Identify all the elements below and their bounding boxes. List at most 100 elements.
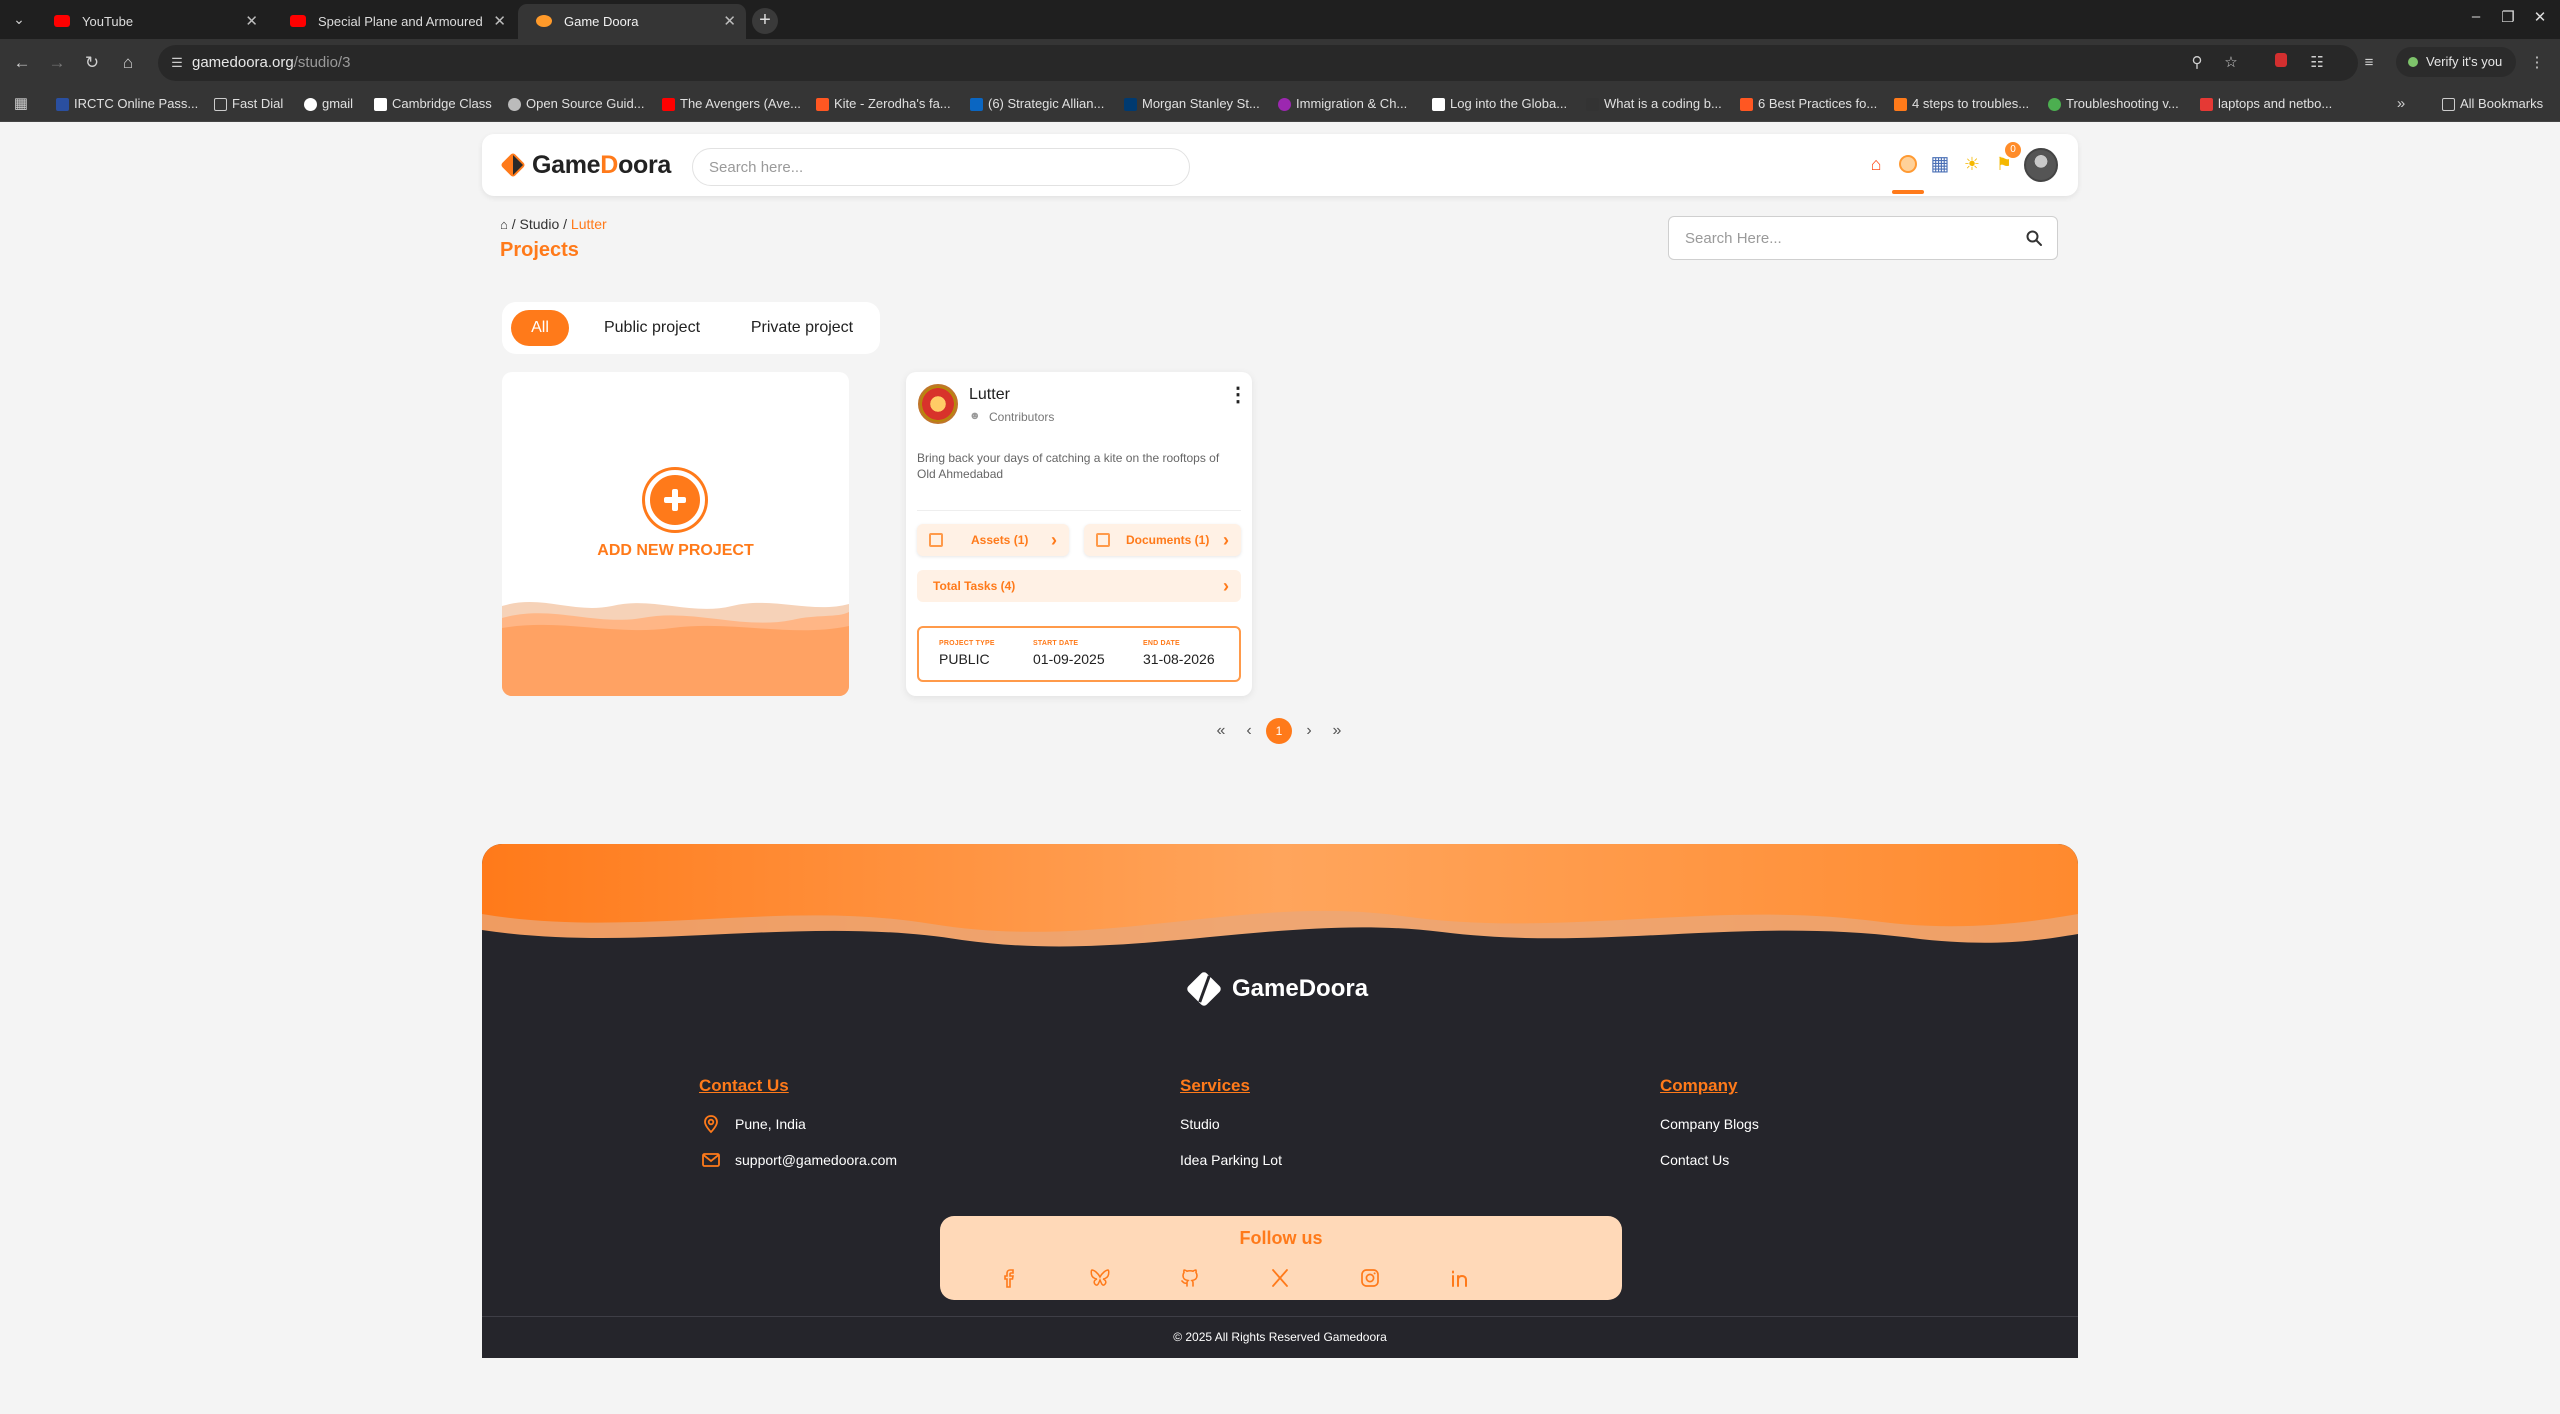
forward-icon[interactable]: →	[45, 51, 69, 75]
assets-button[interactable]: Assets (1) ›	[917, 524, 1069, 556]
bookmark-item[interactable]: Immigration & Ch...	[1276, 86, 1407, 122]
all-bookmarks-folder[interactable]: All Bookmarks	[2440, 86, 2543, 122]
more-bookmarks-icon[interactable]: »	[2390, 93, 2412, 115]
extensions-puzzle-icon[interactable]: ☷	[2306, 52, 2328, 74]
bookmark-favicon-icon	[2048, 98, 2061, 111]
gamedoora-favicon-icon	[536, 15, 552, 27]
idea-bulb-icon[interactable]: ☀	[1960, 152, 1984, 176]
address-url: gamedoora.org/studio/3	[192, 54, 351, 71]
restore-icon[interactable]: ❐	[2496, 8, 2520, 26]
bookmark-favicon-icon	[2200, 98, 2213, 111]
bookmark-item[interactable]: Troubleshooting v...	[2046, 86, 2179, 122]
linkedin-icon	[970, 98, 983, 111]
bookmark-item[interactable]: (6) Strategic Allian...	[968, 86, 1104, 122]
footer-link-company-blogs[interactable]: Company Blogs	[1660, 1114, 1759, 1150]
reload-icon[interactable]: ↻	[80, 51, 104, 75]
bluesky-icon[interactable]	[1088, 1266, 1112, 1290]
media-controls-icon[interactable]: ≡	[2358, 52, 2380, 74]
verify-profile-button[interactable]: Verify it's you	[2396, 47, 2517, 77]
bookmark-item[interactable]: Kite - Zerodha's fa...	[814, 86, 951, 122]
library-nav-icon[interactable]: ▦	[1928, 152, 1952, 176]
linkedin-icon[interactable]	[1448, 1266, 1472, 1290]
back-icon[interactable]: ←	[10, 51, 34, 75]
tab-search-button[interactable]: ⌄	[8, 8, 30, 30]
breadcrumb-home-icon[interactable]: ⌂	[500, 217, 508, 232]
instagram-icon[interactable]	[1358, 1266, 1382, 1290]
last-page-icon[interactable]: »	[1326, 720, 1348, 742]
bookmark-item[interactable]: laptops and netbo...	[2198, 86, 2332, 122]
project-options-menu-icon[interactable]: ⋮	[1228, 384, 1248, 410]
password-key-icon[interactable]: ⚲	[2186, 52, 2208, 74]
site-info-icon[interactable]: ☰	[168, 54, 186, 72]
user-avatar[interactable]	[2024, 148, 2058, 182]
bookmark-item[interactable]: Log into the Globa...	[1430, 86, 1567, 122]
global-search-input[interactable]	[692, 148, 1190, 186]
search-icon[interactable]	[2025, 229, 2043, 247]
gamedoora-logo[interactable]: GameDoora	[500, 150, 671, 180]
facebook-icon[interactable]	[998, 1266, 1022, 1290]
tab-public-project[interactable]: Public project	[596, 310, 708, 346]
tab-private-project[interactable]: Private project	[738, 310, 866, 346]
close-tab-icon[interactable]: ✕	[723, 4, 736, 39]
address-bar[interactable]: ☰ gamedoora.org/studio/3	[158, 45, 2358, 81]
bookmark-item[interactable]: Open Source Guid...	[506, 86, 645, 122]
project-card[interactable]: Lutter ☻ Contributors ⋮ Bring back your …	[906, 372, 1252, 696]
github-icon[interactable]	[1178, 1266, 1202, 1290]
new-tab-button[interactable]: +	[752, 8, 778, 34]
footer-logo[interactable]: GameDoora	[1184, 966, 1368, 1012]
footer-services-column: Services Studio Idea Parking Lot	[1180, 1076, 1282, 1186]
bookmark-item[interactable]: 6 Best Practices fo...	[1738, 86, 1877, 122]
first-page-icon[interactable]: «	[1210, 720, 1232, 742]
browser-tab-game-doora[interactable]: Game Doora ✕	[518, 4, 746, 39]
home-icon[interactable]: ⌂	[116, 51, 140, 75]
footer-link-studio[interactable]: Studio	[1180, 1114, 1282, 1150]
x-twitter-icon[interactable]	[1268, 1266, 1292, 1290]
bookmark-item[interactable]: gmail	[302, 86, 353, 122]
add-new-project-card[interactable]: ADD NEW PROJECT	[502, 372, 849, 696]
bookmark-item[interactable]: 4 steps to troubles...	[1892, 86, 2029, 122]
next-page-icon[interactable]: ›	[1298, 720, 1320, 742]
footer-divider	[482, 1316, 2078, 1317]
breadcrumb-studio[interactable]: Studio	[520, 216, 560, 232]
more-menu-icon[interactable]: ⋮	[2526, 52, 2548, 74]
bookmark-item[interactable]: IRCTC Online Pass...	[54, 86, 198, 122]
footer-link-idea-parking-lot[interactable]: Idea Parking Lot	[1180, 1150, 1282, 1186]
project-contributors[interactable]: ☻ Contributors	[969, 410, 1054, 424]
close-window-icon[interactable]: ✕	[2528, 8, 2552, 26]
documents-button[interactable]: Documents (1) ›	[1084, 524, 1241, 556]
bookmark-folder[interactable]: Fast Dial	[212, 86, 283, 122]
extension-shield-icon[interactable]	[2270, 52, 2292, 74]
chevron-right-icon: ›	[1223, 576, 1229, 596]
email-link[interactable]: support@gamedoora.com	[699, 1150, 897, 1186]
tab-all[interactable]: All	[511, 310, 569, 346]
footer-brand-name: GameDoora	[1232, 975, 1369, 1002]
total-tasks-button[interactable]: Total Tasks (4) ›	[917, 570, 1241, 602]
project-search-input[interactable]	[1669, 217, 2009, 259]
bookmark-item[interactable]: What is a coding b...	[1584, 86, 1722, 122]
minimize-icon[interactable]: –	[2464, 8, 2488, 25]
bookmark-item[interactable]: Cambridge Class	[372, 86, 492, 122]
decorative-wave	[502, 602, 849, 696]
home-nav-icon[interactable]: ⌂	[1864, 152, 1888, 176]
project-title[interactable]: Lutter	[969, 386, 1010, 404]
page-number-button[interactable]: 1	[1266, 718, 1292, 744]
bookmark-favicon-icon	[1740, 98, 1753, 111]
studio-nav-icon[interactable]	[1892, 152, 1924, 194]
footer-link-contact-us[interactable]: Contact Us	[1660, 1150, 1759, 1186]
bookmark-item[interactable]: Morgan Stanley St...	[1122, 86, 1260, 122]
footer-wave	[482, 844, 2078, 964]
close-tab-icon[interactable]: ✕	[493, 4, 506, 39]
browser-tab-youtube[interactable]: YouTube ✕	[36, 4, 268, 39]
prev-page-icon[interactable]: ‹	[1238, 720, 1260, 742]
bookmark-star-icon[interactable]: ☆	[2220, 52, 2242, 74]
project-end-date: END DATE 31-08-2026	[1143, 640, 1215, 667]
bookmark-favicon-icon	[1894, 98, 1907, 111]
close-tab-icon[interactable]: ✕	[245, 4, 258, 39]
apps-grid-icon[interactable]: ▦	[10, 93, 32, 115]
folder-icon	[214, 98, 227, 111]
browser-tab-special-plane[interactable]: Special Plane and Armoured ✕	[272, 4, 516, 39]
location-text: Pune, India	[699, 1114, 897, 1150]
youtube-icon	[54, 15, 70, 27]
bookmark-favicon-icon	[374, 98, 387, 111]
bookmark-item[interactable]: The Avengers (Ave...	[660, 86, 801, 122]
